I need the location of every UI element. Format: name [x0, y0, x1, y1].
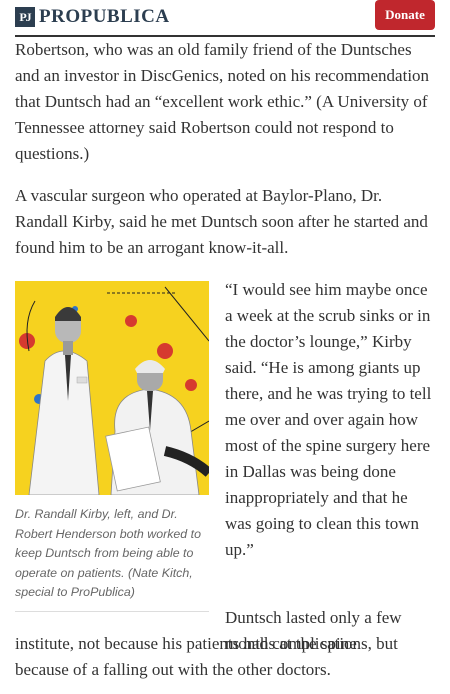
site-header: PJ PROPUBLICA Donate: [0, 0, 450, 36]
article-paragraph: “I would see him maybe once a week at th…: [225, 280, 432, 559]
kirby-henderson-illustration: [15, 281, 209, 495]
logo-wordmark: PROPUBLICA: [39, 6, 170, 27]
article-paragraph: A vascular surgeon who operated at Baylo…: [15, 186, 428, 257]
figure-caption: Dr. Randall Kirby, left, and Dr. Robert …: [15, 505, 209, 612]
logo-mark-icon: PJ: [15, 7, 35, 27]
article-paragraph: Robertson, who was an old family friend …: [15, 40, 430, 163]
donate-button[interactable]: Donate: [375, 0, 435, 30]
article-body: Robertson, who was an old family friend …: [15, 37, 435, 679]
article-figure: Dr. Randall Kirby, left, and Dr. Robert …: [15, 281, 209, 612]
propublica-logo[interactable]: PJ PROPUBLICA: [15, 6, 170, 28]
illustration-photo: [15, 281, 209, 495]
article-paragraph-continued: institute, not because his patients had …: [15, 634, 398, 679]
